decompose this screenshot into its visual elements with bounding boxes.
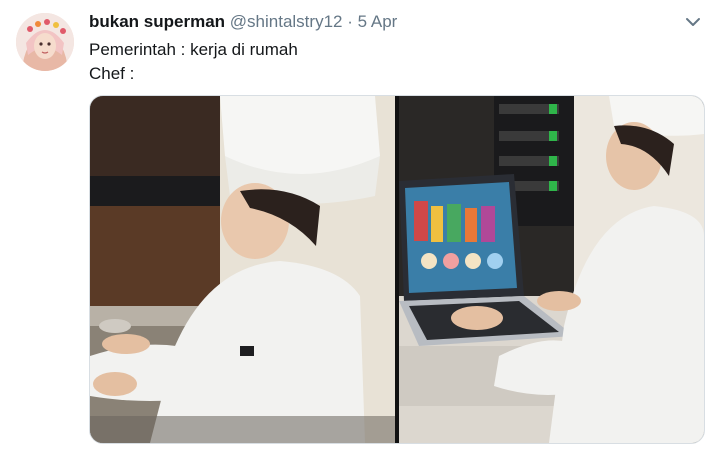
author-name[interactable]: bukan superman — [89, 12, 225, 31]
tweet-header: bukan superman @shintalstry12 · 5 Apr — [89, 11, 397, 33]
tweet-text-line2: Chef : — [89, 64, 135, 83]
tweet-media[interactable] — [89, 95, 705, 444]
photo-right[interactable] — [399, 96, 704, 443]
tweet-text: Pemerintah : kerja di rumah Chef : — [89, 38, 298, 86]
tweet-text-line1: Pemerintah : kerja di rumah — [89, 40, 298, 59]
tweet-date[interactable]: 5 Apr — [358, 12, 398, 31]
photo-left[interactable] — [90, 96, 395, 443]
author-handle[interactable]: @shintalstry12 — [230, 12, 343, 31]
separator-dot: · — [347, 12, 353, 31]
avatar[interactable] — [16, 13, 74, 71]
chevron-down-icon[interactable] — [683, 13, 703, 31]
tweet-card: bukan superman @shintalstry12 · 5 Apr Pe… — [0, 0, 720, 454]
